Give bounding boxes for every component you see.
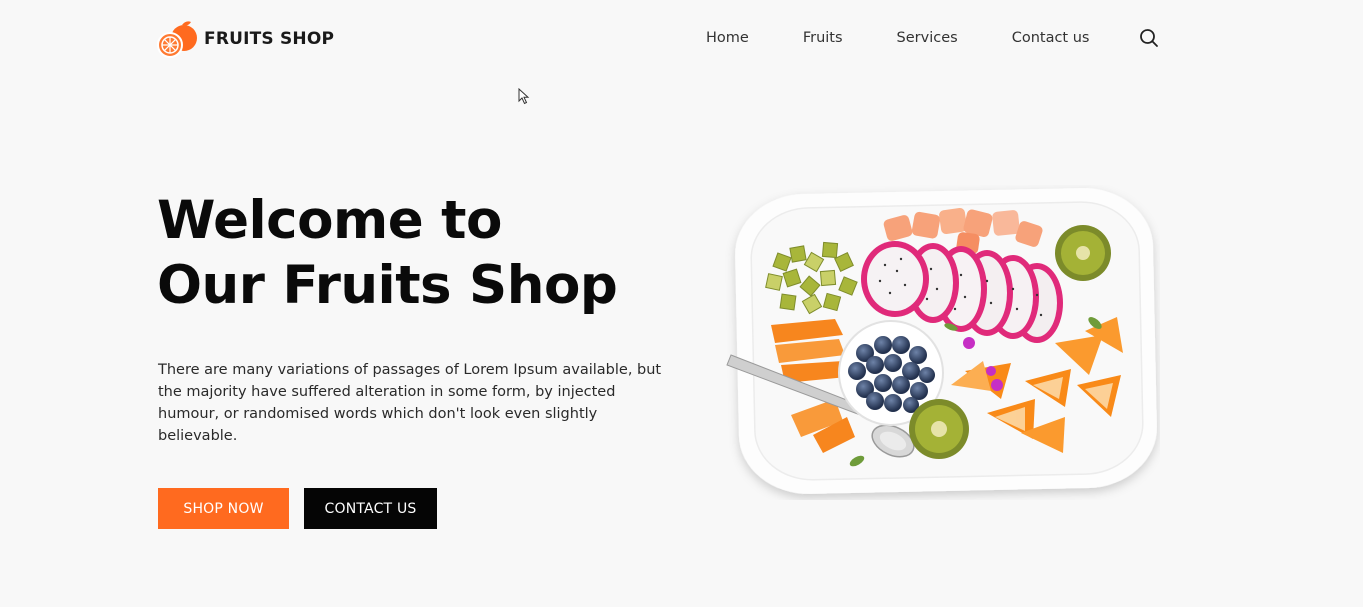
orange-logo-icon — [157, 21, 197, 58]
brand-name: FRUITS SHOP — [204, 29, 335, 49]
nav-services[interactable]: Services — [897, 30, 958, 46]
hero-description: There are many variations of passages of… — [158, 362, 662, 444]
contact-us-button[interactable]: CONTACT US — [304, 488, 437, 529]
fruit-platter-image — [726, 188, 1157, 494]
landing-page: FRUITS SHOP Home Fruits Services Contact… — [0, 0, 1363, 607]
nav-home[interactable]: Home — [706, 30, 749, 46]
mouse-cursor-icon — [518, 88, 530, 105]
shop-now-button[interactable]: SHOP NOW — [158, 488, 289, 529]
search-icon[interactable] — [1139, 28, 1159, 48]
nav-contact[interactable]: Contact us — [1012, 30, 1090, 46]
main-nav: Home Fruits Services Contact us — [706, 28, 1159, 48]
brand-logo[interactable]: FRUITS SHOP — [156, 18, 334, 60]
hero-title-line-2: Our Fruits Shop — [157, 255, 618, 316]
hero-title-line-1: Welcome to — [157, 190, 502, 251]
nav-fruits[interactable]: Fruits — [803, 30, 843, 46]
hero-title: Welcome to Our Fruits Shop — [157, 188, 618, 318]
